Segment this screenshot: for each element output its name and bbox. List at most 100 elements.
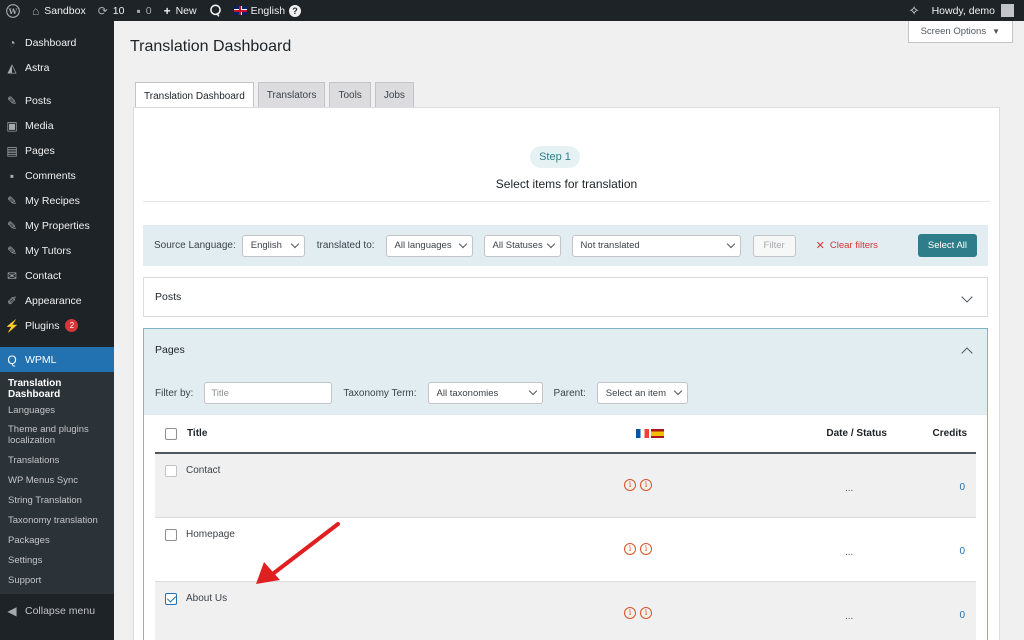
- sidebar-item-contact[interactable]: ✉ Contact: [0, 263, 114, 288]
- pages-filter-row: Filter by: Title Taxonomy Term: All taxo…: [144, 371, 987, 415]
- sidebar-item-wpml[interactable]: Q WPML: [0, 347, 114, 372]
- sidebar-item-pages[interactable]: ▤ Pages: [0, 138, 114, 163]
- posts-section[interactable]: Posts: [143, 277, 988, 317]
- ai-sparkle-icon[interactable]: ✧: [903, 0, 926, 21]
- pages-section-header[interactable]: Pages: [144, 329, 987, 371]
- admin-sidebar: ◔ Dashboard ◭ Astra ✎ Posts ▣ Media ▤ Pages ▪…: [0, 21, 114, 640]
- annotation-arrow-icon: [256, 522, 340, 584]
- tab-translators[interactable]: Translators: [257, 82, 326, 107]
- table-header: Title Date / Status Credits: [155, 415, 976, 454]
- chevron-down-icon[interactable]: [961, 291, 973, 303]
- comments-link[interactable]: ▪ 0: [130, 0, 157, 21]
- language-switcher[interactable]: English ?: [228, 0, 307, 21]
- help-icon[interactable]: ?: [289, 4, 302, 17]
- row-checkbox[interactable]: [165, 593, 177, 605]
- new-content-link[interactable]: + New: [158, 0, 203, 21]
- submenu-translations[interactable]: Translations: [0, 450, 114, 470]
- info-icon[interactable]: i: [624, 479, 636, 491]
- chevron-up-icon[interactable]: [961, 346, 973, 359]
- title-filter-input[interactable]: Title: [204, 382, 333, 404]
- tab-tools[interactable]: Tools: [329, 82, 371, 107]
- info-icon[interactable]: i: [640, 543, 652, 555]
- column-date-status: Date / Status: [826, 428, 887, 439]
- updates-link[interactable]: ⟳ 10: [92, 0, 131, 21]
- pages-section: Pages Filter by: Title Taxonomy Term: Al…: [143, 328, 988, 640]
- taxonomy-select[interactable]: All taxonomies: [427, 382, 543, 404]
- column-credits: Credits: [932, 428, 967, 439]
- translation-status: ii: [624, 543, 656, 555]
- row-checkbox[interactable]: [165, 529, 177, 541]
- submenu-translation-dashboard[interactable]: Translation Dashboard: [0, 378, 114, 400]
- parent-select[interactable]: Select an item: [596, 382, 688, 404]
- site-name-link[interactable]: ⌂ Sandbox: [26, 0, 92, 21]
- submenu-languages[interactable]: Languages: [0, 400, 114, 420]
- filter-bar: Source Language: English translated to: …: [143, 225, 988, 266]
- sidebar-item-media[interactable]: ▣ Media: [0, 113, 114, 138]
- info-icon[interactable]: i: [624, 607, 636, 619]
- sidebar-item-dashboard[interactable]: ◔ Dashboard: [0, 30, 114, 55]
- clear-filters-link[interactable]: ✕ Clear filters: [816, 239, 878, 252]
- home-icon: ⌂: [32, 3, 40, 18]
- filter-by-label: Filter by:: [155, 387, 194, 399]
- posts-section-header[interactable]: Posts: [144, 278, 987, 316]
- page-title: Translation Dashboard: [130, 38, 292, 55]
- astra-icon: ◭: [7, 60, 17, 75]
- sidebar-item-comments[interactable]: ▪ Comments: [0, 163, 114, 188]
- sidebar-item-my-recipes[interactable]: ✎ My Recipes: [0, 188, 114, 213]
- wpml-icon: Q: [7, 352, 17, 367]
- status-select[interactable]: All Statuses: [483, 234, 561, 257]
- table-row: Contact ii ... 0: [155, 454, 976, 518]
- target-language-select[interactable]: All languages: [385, 234, 473, 257]
- filter-button[interactable]: Filter: [752, 234, 796, 257]
- submenu-theme-plugins-localization[interactable]: Theme and plugins localization: [0, 420, 114, 450]
- dashboard-icon: ◔: [8, 35, 16, 50]
- tab-translation-dashboard[interactable]: Translation Dashboard: [135, 82, 254, 109]
- collapse-menu-button[interactable]: ◀ Collapse menu: [0, 598, 114, 623]
- comment-icon: ▪: [9, 168, 15, 183]
- translated-to-label: translated to:: [316, 240, 375, 251]
- close-icon: ✕: [815, 240, 825, 252]
- svg-text:W: W: [8, 6, 18, 15]
- submenu-taxonomy-translation[interactable]: Taxonomy translation: [0, 510, 114, 530]
- tab-jobs[interactable]: Jobs: [374, 82, 414, 107]
- submenu-settings[interactable]: Settings: [0, 550, 114, 570]
- sidebar-item-appearance[interactable]: ✐ Appearance: [0, 288, 114, 313]
- row-credits: 0: [959, 546, 965, 557]
- refresh-icon: ⟳: [97, 3, 108, 18]
- spain-flag-icon: [651, 429, 665, 438]
- info-icon[interactable]: i: [624, 543, 636, 555]
- language-flags: [636, 429, 666, 438]
- pin-icon: ✎: [6, 93, 18, 108]
- select-all-button[interactable]: Select All: [917, 234, 977, 257]
- sidebar-item-posts[interactable]: ✎ Posts: [0, 88, 114, 113]
- select-all-checkbox[interactable]: [165, 427, 177, 440]
- plug-icon: ⚡: [4, 318, 20, 333]
- account-menu[interactable]: Howdy, demo: [926, 0, 1024, 21]
- pages-icon: ▤: [6, 143, 18, 158]
- chevron-down-icon: [458, 239, 467, 248]
- france-flag-icon: [636, 429, 650, 438]
- sidebar-item-my-properties[interactable]: ✎ My Properties: [0, 213, 114, 238]
- screen-options-button[interactable]: Screen Options ▼: [907, 21, 1013, 43]
- sidebar-item-plugins[interactable]: ⚡ Plugins 2: [0, 313, 114, 338]
- submenu-wp-menus-sync[interactable]: WP Menus Sync: [0, 470, 114, 490]
- sidebar-item-my-tutors[interactable]: ✎ My Tutors: [0, 238, 114, 263]
- translation-state-select[interactable]: Not translated: [571, 234, 741, 257]
- submenu-string-translation[interactable]: String Translation: [0, 490, 114, 510]
- source-language-select[interactable]: English: [241, 234, 305, 257]
- row-credits: 0: [959, 482, 965, 493]
- info-icon[interactable]: i: [640, 479, 652, 491]
- parent-label: Parent:: [553, 387, 586, 399]
- wpml-adminbar-icon[interactable]: [203, 0, 228, 21]
- pin-icon: ✎: [6, 243, 18, 258]
- wordpress-logo-icon[interactable]: W: [0, 0, 26, 21]
- collapse-icon: ◀: [7, 603, 17, 618]
- submenu-packages[interactable]: Packages: [0, 530, 114, 550]
- chevron-down-icon: [290, 239, 299, 248]
- step-indicator: Step 1: [530, 146, 580, 168]
- submenu-support[interactable]: Support: [0, 570, 114, 590]
- row-checkbox[interactable]: [165, 465, 177, 477]
- divider: [143, 201, 990, 202]
- sidebar-item-astra[interactable]: ◭ Astra: [0, 55, 114, 80]
- info-icon[interactable]: i: [640, 607, 652, 619]
